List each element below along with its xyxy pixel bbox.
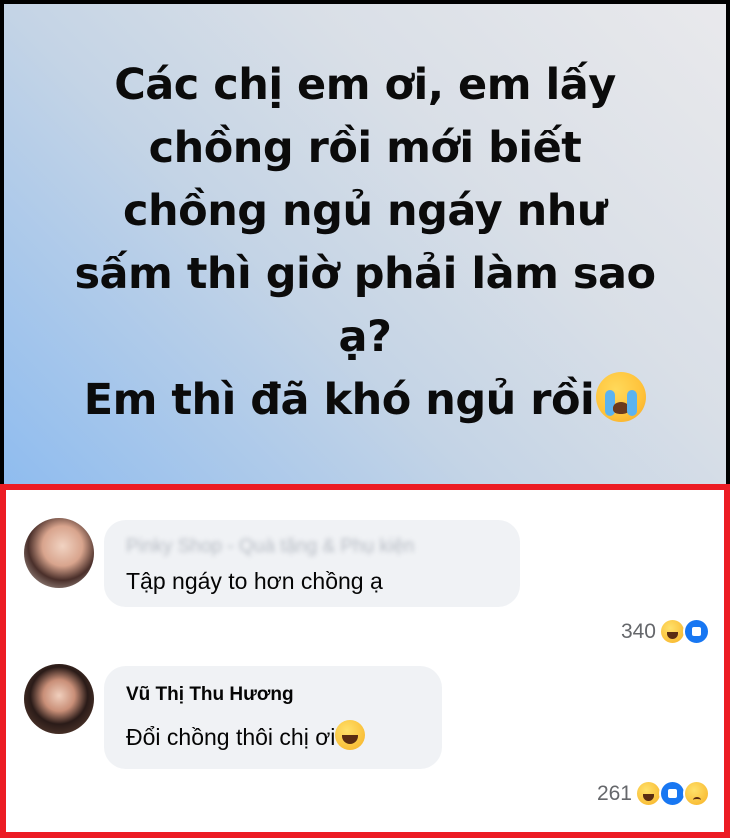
reaction-summary[interactable]: 340 <box>621 618 710 645</box>
post-line: chồng rồi mới biết <box>148 123 582 173</box>
like-icon <box>659 780 686 807</box>
like-icon <box>683 618 710 645</box>
avatar[interactable] <box>24 518 94 588</box>
comment-author[interactable]: Pinky Shop - Quà tặng & Phụ kiện <box>126 536 414 558</box>
avatar[interactable] <box>24 664 94 734</box>
comment-text-row: Đổi chồng thôi chị ơi <box>126 720 366 751</box>
post-line: Em thì đã khó ngủ rồi <box>83 375 595 425</box>
comments-panel: Pinky Shop - Quà tặng & Phụ kiện Tập ngá… <box>0 484 730 838</box>
post-line: ạ? <box>338 312 392 362</box>
post-text: Các chị em ơi, em lấy chồng rồi mới biết… <box>45 54 685 432</box>
reaction-count: 261 <box>596 781 632 805</box>
haha-icon <box>659 618 686 645</box>
post-card: Các chị em ơi, em lấy chồng rồi mới biết… <box>4 4 726 484</box>
reaction-summary[interactable]: 261 <box>597 780 710 807</box>
post-line-last: Em thì đã khó ngủ rồi <box>45 369 685 432</box>
haha-icon <box>635 780 662 807</box>
post-line: chồng ngủ ngáy như <box>123 186 607 236</box>
comment-author[interactable]: Vũ Thị Thu Hương <box>126 684 294 706</box>
loudly-crying-face-icon <box>596 372 647 422</box>
comment-bubble[interactable]: Pinky Shop - Quà tặng & Phụ kiện Tập ngá… <box>104 520 520 607</box>
comment-text: Tập ngáy to hơn chồng ạ <box>126 568 383 594</box>
tears-of-joy-icon <box>335 720 366 750</box>
comment-bubble[interactable]: Vũ Thị Thu Hương Đổi chồng thôi chị ơi <box>104 666 442 769</box>
post-line: Các chị em ơi, em lấy <box>114 60 616 110</box>
post-line: sấm thì giờ phải làm sao <box>74 249 656 299</box>
comment-text: Đổi chồng thôi chị ơi <box>126 724 336 750</box>
reaction-count: 340 <box>620 619 656 643</box>
sad-icon <box>683 780 710 807</box>
